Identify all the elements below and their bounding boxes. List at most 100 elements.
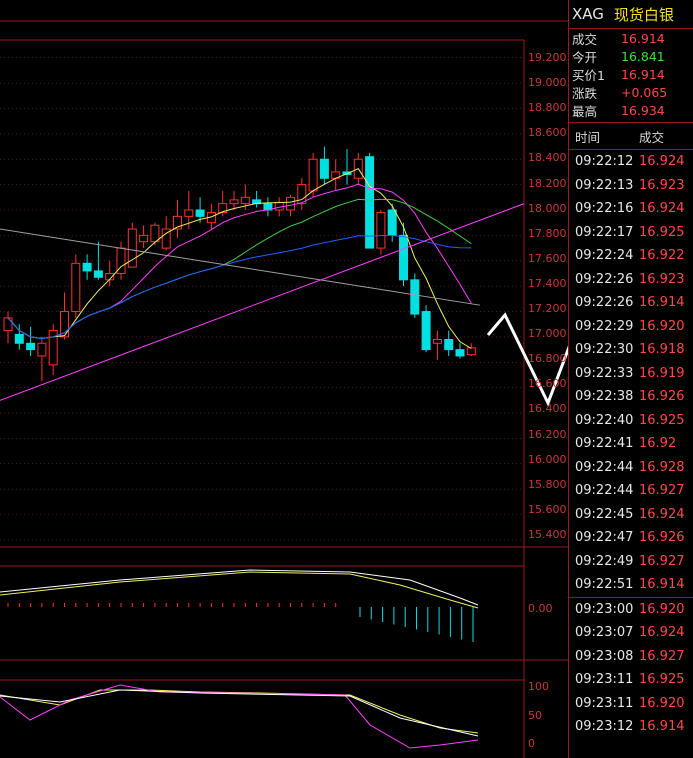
tick-header-price: 成交 (639, 129, 665, 145)
quote-value: 16.934 (621, 102, 665, 118)
tick-price: 16.924 (639, 154, 685, 170)
quote-row: 买价1 16.914 (569, 65, 693, 83)
tick-price: 16.920 (639, 318, 685, 334)
price-axis-label: 15.600 (528, 502, 567, 516)
tick-row: 09:22:45 16.924 (569, 503, 693, 527)
tick-price: 16.927 (639, 483, 685, 499)
tick-price: 16.924 (639, 506, 685, 522)
kline-chart-area[interactable]: 19.200 19.000 18.800 18.600 18.400 18.200 18.0… (0, 0, 568, 758)
macd-zero-label: 0.00 (528, 602, 553, 615)
tick-row: 09:23:00 16.920 (569, 596, 693, 622)
tick-price: 16.927 (639, 553, 685, 569)
candle-down (365, 156, 375, 249)
tick-row: 09:22:44 16.927 (569, 479, 693, 503)
quote-value: +0.065 (621, 84, 668, 100)
candle-up (150, 224, 160, 243)
price-axis-label: 16.400 (528, 402, 567, 416)
price-axis-label: 18.400 (528, 151, 567, 165)
candle-up (308, 158, 318, 192)
candle-down (319, 158, 329, 179)
candle-up (37, 342, 47, 357)
tick-time: 09:22:44 (575, 483, 634, 499)
tick-price: 16.914 (639, 577, 685, 593)
tick-price: 16.925 (639, 412, 685, 428)
kdj-label-100: 100 (528, 680, 549, 693)
tick-price: 16.918 (639, 342, 685, 358)
tick-time: 09:22:26 (575, 271, 634, 287)
tick-time: 09:23:00 (575, 601, 634, 617)
symbol-code: XAG (572, 5, 604, 23)
tick-price: 16.926 (639, 530, 685, 546)
tick-time: 09:22:12 (575, 154, 634, 170)
candle-up (286, 196, 295, 211)
tick-price: 16.923 (639, 177, 685, 193)
candle-down (421, 311, 431, 351)
tick-price: 16.922 (639, 248, 685, 264)
tick-row: 09:22:24 16.922 (569, 244, 693, 268)
tick-list[interactable]: 09:22:12 16.924 09:22:13 16.923 09:22:16 16.9… (569, 150, 693, 739)
quote-header: XAG 现货白银 (569, 0, 693, 29)
tick-time: 09:22:13 (575, 177, 634, 193)
price-axis-label: 16.800 (528, 352, 567, 366)
price-axis-label: 17.600 (528, 251, 567, 265)
tick-time: 09:23:11 (575, 695, 634, 711)
tick-price: 16.925 (639, 224, 685, 240)
symbol-name: 现货白银 (613, 5, 674, 24)
price-axis-label: 19.000 (528, 76, 567, 90)
tick-price: 16.914 (639, 719, 685, 735)
candle-up (71, 262, 81, 313)
tick-time: 09:22:41 (575, 436, 634, 452)
tick-time: 09:22:17 (575, 224, 634, 240)
tick-price: 16.925 (639, 672, 685, 688)
tick-row: 09:23:12 16.914 (569, 715, 693, 739)
tick-row: 09:22:26 16.923 (569, 268, 693, 292)
tick-time: 09:22:49 (575, 553, 634, 569)
candle-up (139, 234, 149, 243)
price-axis-label: 15.400 (528, 527, 567, 541)
quote-row: 成交 16.914 (569, 29, 693, 47)
tick-table-header: 时间 成交 (569, 122, 693, 150)
kdj-k-line (0, 689, 479, 734)
tick-price: 16.924 (639, 625, 685, 641)
kline-chart-svg[interactable] (0, 0, 568, 758)
tick-time: 09:22:45 (575, 506, 634, 522)
tick-time: 09:22:33 (575, 365, 634, 381)
tick-row: 09:22:44 16.928 (569, 456, 693, 480)
tick-row: 09:22:47 16.926 (569, 526, 693, 550)
quote-value: 16.841 (621, 48, 665, 64)
tick-time: 09:22:38 (575, 389, 634, 405)
candle-down (93, 270, 103, 278)
tick-price: 16.919 (639, 365, 685, 381)
price-axis-label: 17.400 (528, 276, 567, 290)
tick-time: 09:23:11 (575, 672, 634, 688)
tick-row: 09:23:07 16.924 (569, 621, 693, 645)
tick-time: 09:22:40 (575, 412, 634, 428)
kdj-label-50: 50 (528, 709, 542, 722)
candle-up (432, 338, 442, 344)
price-axis-label: 15.800 (528, 477, 567, 491)
price-axis-label: 18.800 (528, 101, 567, 115)
quote-value: 16.914 (621, 30, 665, 46)
quote-side-panel: XAG 现货白银 成交 16.914 今开 16.841 买价1 16.914 涨跌 +0.0… (568, 0, 693, 758)
tick-price: 16.927 (639, 648, 685, 664)
quote-row: 今开 16.841 (569, 47, 693, 65)
tick-time: 09:22:30 (575, 342, 634, 358)
tick-time: 09:22:24 (575, 248, 634, 264)
tick-row: 09:22:12 16.924 (569, 150, 693, 174)
quote-value: 16.914 (621, 66, 665, 82)
quote-label: 涨跌 (572, 85, 598, 101)
tick-row: 09:22:29 16.920 (569, 315, 693, 339)
candle-up (229, 199, 239, 205)
tick-time: 09:23:07 (575, 625, 634, 641)
price-axis-label: 16.200 (528, 427, 567, 441)
tick-price: 16.914 (639, 295, 685, 311)
tick-row: 09:22:41 16.92 (569, 432, 693, 456)
price-axis-label: 18.600 (528, 126, 567, 140)
candle-down (82, 262, 92, 272)
tick-row: 09:23:08 16.927 (569, 645, 693, 669)
candle-up (376, 212, 386, 249)
quote-label: 买价1 (572, 67, 605, 83)
tick-row: 09:22:17 16.925 (569, 221, 693, 245)
tick-time: 09:22:51 (575, 577, 634, 593)
kdj-j-line (0, 684, 479, 749)
